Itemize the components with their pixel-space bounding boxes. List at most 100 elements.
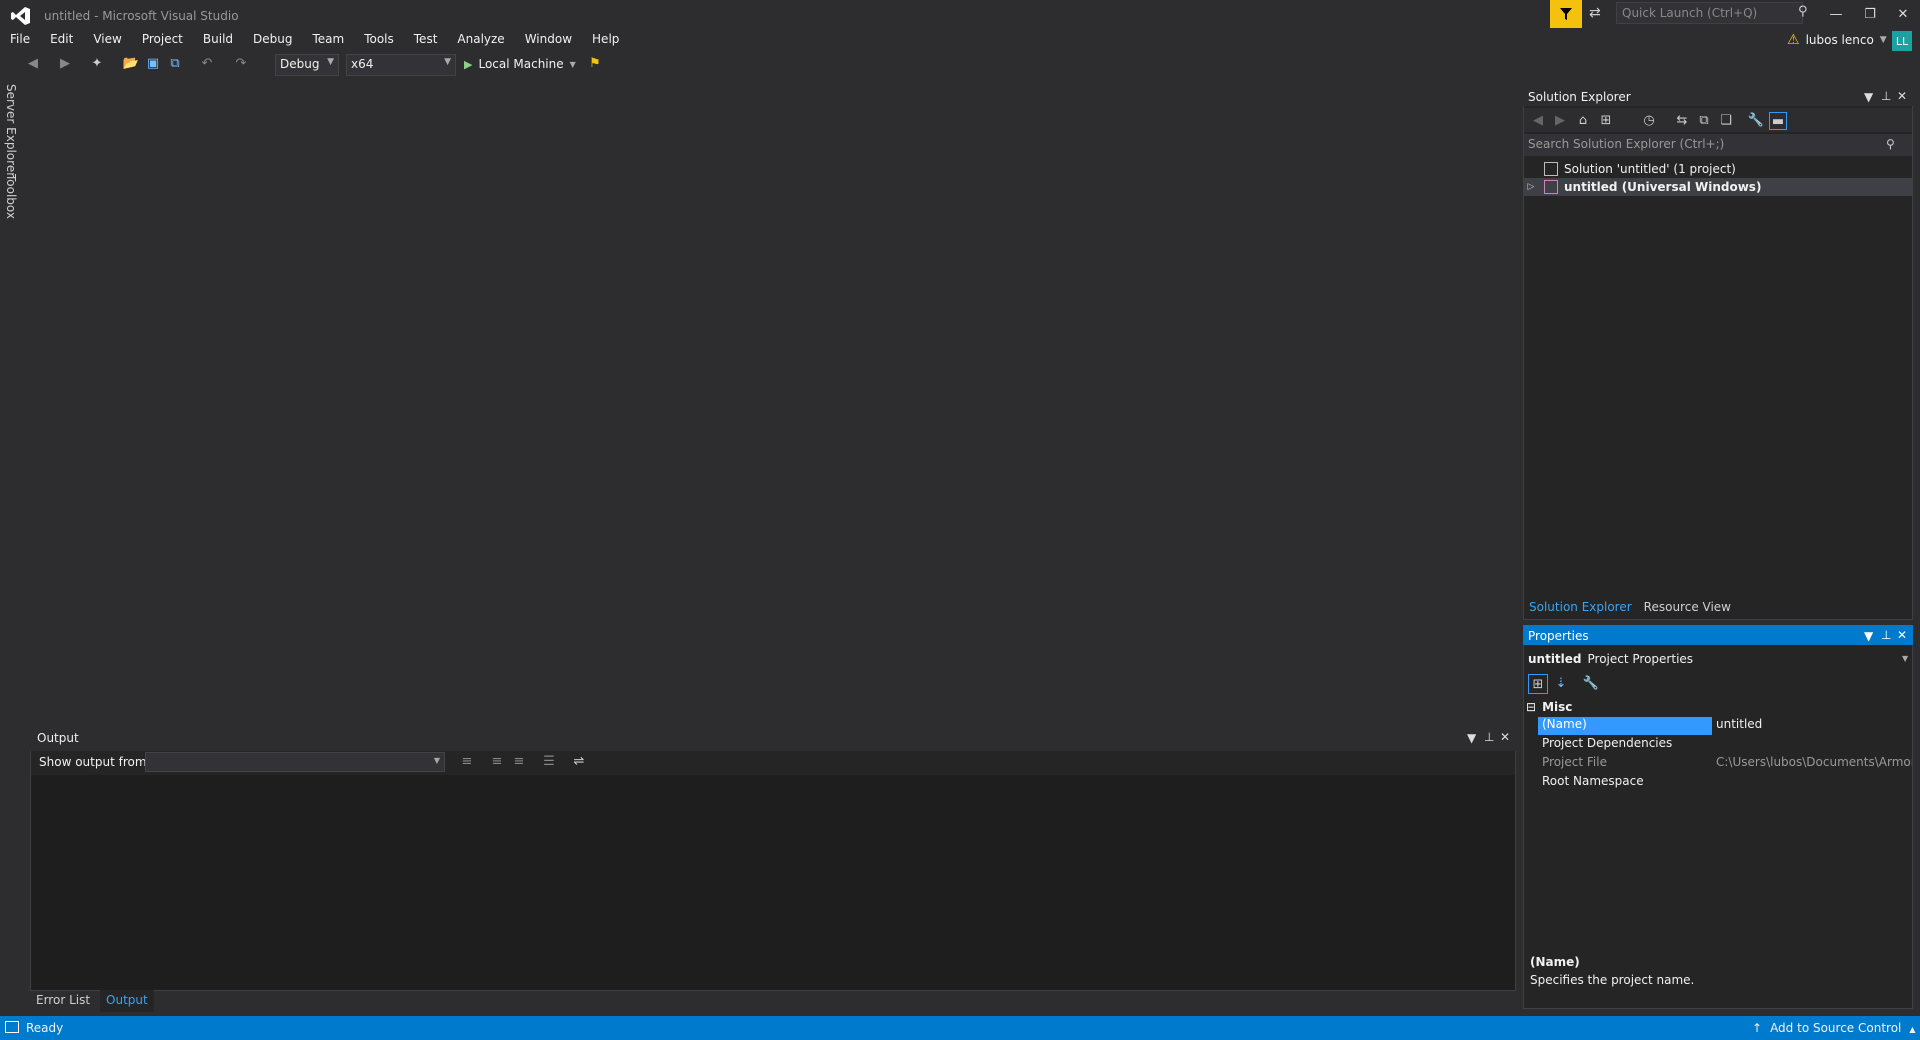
property-row[interactable]: (Name) untitled [1538,717,1912,735]
show-all-files-icon[interactable]: ❏ [1717,112,1735,130]
menu-view[interactable]: View [83,30,131,50]
word-wrap-icon[interactable]: ⇌ [570,753,588,771]
property-description-name: (Name) [1530,955,1580,969]
menu-help[interactable]: Help [582,30,629,50]
platform-value: x64 [351,57,374,71]
find-message-icon[interactable]: ≡ [458,753,476,771]
platform-dropdown[interactable]: x64 ▼ [346,54,456,76]
run-target-label: Local Machine [478,57,564,71]
pin-icon[interactable]: ⊥ [1881,89,1891,103]
pin-icon[interactable]: ⊥ [1484,730,1494,744]
back-icon[interactable]: ◀ [1529,112,1547,130]
redo-icon[interactable]: ↷ [232,55,250,73]
output-source-dropdown[interactable]: ▼ [145,752,445,772]
minimize-button[interactable]: — [1819,0,1853,28]
property-name: (Name) [1538,717,1712,735]
quick-launch-input[interactable]: Quick Launch (Ctrl+Q) [1616,2,1803,24]
previous-message-icon[interactable]: ≡ [488,753,506,771]
menu-project[interactable]: Project [132,30,193,50]
warning-icon: ⚠ [1787,32,1800,48]
solution-explorer-search-input[interactable]: Search Solution Explorer (Ctrl+;) [1524,134,1912,156]
properties-wrench-icon[interactable]: 🔧 [1747,112,1765,130]
property-name: Root Namespace [1542,774,1644,788]
menu-edit[interactable]: Edit [40,30,83,50]
property-description-text: Specifies the project name. [1530,973,1695,987]
menu-analyze[interactable]: Analyze [447,30,514,50]
close-icon[interactable]: ✕ [1897,89,1907,103]
category-misc[interactable]: ⊟ Misc [1526,700,1572,714]
solution-icon [1544,162,1558,176]
next-message-icon[interactable]: ≡ [510,753,528,771]
menu-debug[interactable]: Debug [243,30,302,50]
collapse-all-icon[interactable]: ⧉ [1695,112,1713,130]
restore-button[interactable]: ❐ [1853,0,1887,28]
property-row[interactable]: Project File C:\Users\lubos\Documents\Ar… [1538,755,1912,773]
menu-tools[interactable]: Tools [354,30,404,50]
menu-build[interactable]: Build [193,30,243,50]
save-icon[interactable]: ▣ [144,55,162,73]
property-value[interactable] [1712,736,1912,754]
navigate-forward-icon[interactable]: ▶ [56,55,74,73]
account-menu[interactable]: ⚠ lubos lenco ▼ [1787,32,1887,48]
new-project-icon[interactable]: ✦ [88,55,106,73]
tree-item-project[interactable]: ▷ untitled (Universal Windows) [1524,178,1912,196]
expand-arrow-icon[interactable]: ▷ [1524,182,1538,192]
tree-item-solution[interactable]: Solution 'untitled' (1 project) [1524,160,1912,178]
sync-icon[interactable]: ⇆ [1673,112,1691,130]
configuration-dropdown[interactable]: Debug ▼ [275,54,339,76]
alphabetical-icon[interactable]: ⇣ [1551,674,1571,694]
clear-all-icon[interactable]: ☰ [540,753,558,771]
menu-test[interactable]: Test [404,30,448,50]
pin-icon[interactable]: ⊥ [1881,628,1891,642]
toolbox-tab[interactable]: Toolbox [4,174,18,219]
notification-icon[interactable] [5,1021,19,1033]
property-row[interactable]: Project Dependencies [1538,736,1912,754]
home-icon[interactable]: ⌂ [1574,112,1592,130]
output-text-area[interactable] [31,775,1515,990]
tab-solution-explorer[interactable]: Solution Explorer [1523,597,1638,619]
search-icon[interactable]: ⚲ [1798,4,1808,19]
menu-file[interactable]: File [0,30,40,50]
preview-selected-items-icon[interactable]: ▬ [1769,112,1787,130]
collapse-icon[interactable]: ⊟ [1526,700,1536,714]
switch-views-icon[interactable]: ⊞ [1597,112,1615,130]
close-window-button[interactable]: ✕ [1886,0,1920,28]
property-value[interactable]: C:\Users\lubos\Documents\Armory\ [1712,755,1912,773]
categorized-icon[interactable]: ⊞ [1528,674,1548,694]
browser-link-icon[interactable]: ⚑ [586,55,604,73]
solution-explorer-tab-strip: Solution Explorer Resource View [1523,597,1737,619]
window-position-dropdown-icon[interactable]: ▼ [1467,731,1476,745]
property-value[interactable] [1712,774,1912,792]
output-header [30,723,1516,751]
close-icon[interactable]: ✕ [1897,628,1907,642]
start-debugging-button[interactable]: ▶ Local Machine ▼ [464,57,576,71]
close-icon[interactable]: ✕ [1500,730,1510,744]
tab-error-list[interactable]: Error List [30,990,96,1012]
visual-studio-logo-icon [10,5,32,27]
save-all-icon[interactable]: ⧉ [166,55,184,73]
forward-icon[interactable]: ▶ [1551,112,1569,130]
search-icon[interactable]: ⚲ [1886,137,1895,151]
menu-window[interactable]: Window [515,30,582,50]
property-name: Project File [1542,755,1607,769]
avatar[interactable]: LL [1892,31,1912,51]
pending-changes-filter-icon[interactable]: ◷ [1640,112,1658,130]
feedback-icon[interactable]: ⇄ [1589,5,1609,23]
property-pages-icon[interactable]: 🔧 [1581,674,1601,694]
server-explorer-tab[interactable]: Server Explorer [4,84,18,177]
window-position-dropdown-icon[interactable]: ▼ [1864,629,1873,643]
chevron-down-icon: ▼ [444,57,451,67]
menu-team[interactable]: Team [302,30,354,50]
tab-resource-view[interactable]: Resource View [1638,597,1737,619]
property-value[interactable]: untitled [1712,717,1912,735]
chevron-down-icon[interactable]: ▼ [1902,654,1908,663]
window-position-dropdown-icon[interactable]: ▼ [1864,90,1873,104]
property-row[interactable]: Root Namespace [1538,774,1912,792]
open-file-icon[interactable]: 📂 [122,55,140,73]
tab-output[interactable]: Output [100,990,154,1012]
notifications-filter-button[interactable] [1550,0,1582,28]
navigate-back-icon[interactable]: ◀ [24,55,42,73]
add-to-source-control-button[interactable]: ↑ Add to Source Control ▲ [1752,1021,1916,1035]
undo-icon[interactable]: ↶ [198,55,216,73]
properties-object-selector[interactable]: untitled Project Properties [1528,652,1693,666]
